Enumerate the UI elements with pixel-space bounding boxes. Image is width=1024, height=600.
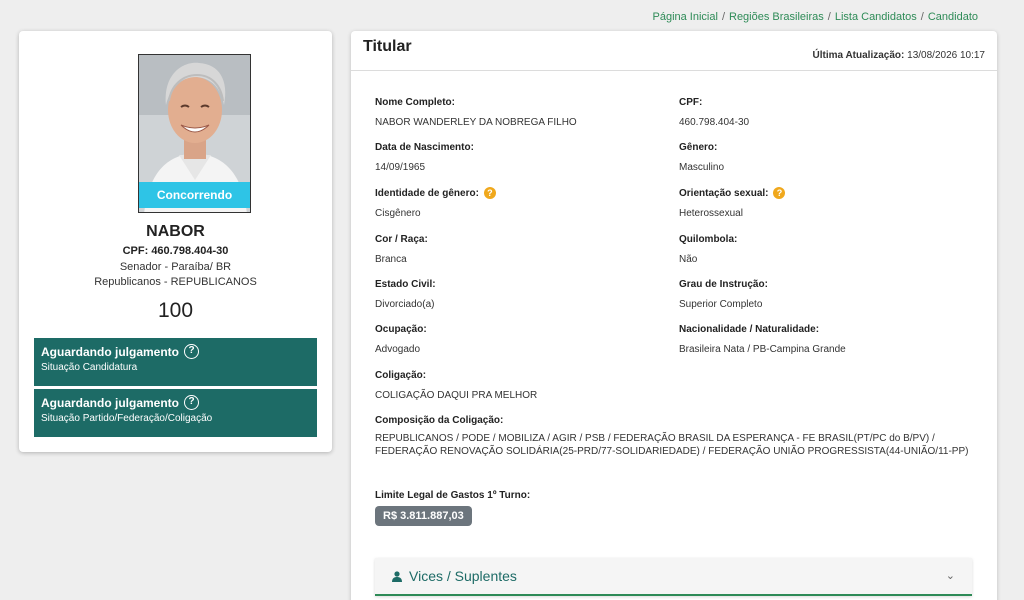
field-orientacao-sexual: Orientação sexual: ? Heterossexual: [679, 187, 786, 220]
panel-title: Titular: [363, 38, 412, 55]
question-help-icon[interactable]: ?: [483, 187, 496, 199]
status-subtitle: Situação Partido/Federação/Coligação: [41, 413, 213, 424]
question-circle-icon[interactable]: ?: [184, 395, 199, 410]
breadcrumb-candidato[interactable]: Candidato: [928, 11, 978, 23]
field-composicao-coligacao: Composição da Coligação: REPUBLICANOS / …: [375, 415, 969, 457]
field-nome-completo: Nome Completo: NABOR WANDERLEY DA NOBREG…: [375, 97, 577, 128]
field-identidade-genero: Identidade de gênero: ? Cisgênero: [375, 187, 496, 220]
candidate-name: NABOR: [146, 223, 205, 240]
candidacy-status-label: Concorrendo: [139, 182, 250, 208]
status-box-partido: Aguardando julgamento ? Situação Partido…: [34, 389, 317, 437]
last-update: Última Atualização: 13/08/2026 10:17: [812, 50, 985, 61]
breadcrumb-home[interactable]: Página Inicial: [653, 11, 718, 23]
last-update-label: Última Atualização:: [812, 50, 905, 61]
breadcrumb-lista-candidatos[interactable]: Lista Candidatos: [835, 11, 917, 23]
status-subtitle: Situação Candidatura: [41, 362, 138, 373]
field-genero: Gênero: Masculino: [679, 142, 725, 173]
candidate-card: Concorrendo NABOR CPF: 460.798.404-30 Se…: [19, 31, 332, 452]
status-title: Aguardando julgamento: [41, 395, 179, 410]
user-icon: [392, 570, 402, 582]
field-data-nascimento: Data de Nascimento: 14/09/1965: [375, 142, 474, 173]
candidate-number: 100: [157, 299, 194, 322]
field-grau-instrucao: Grau de Instrução: Superior Completo: [679, 279, 768, 310]
accordion-label: Vices / Suplentes: [409, 568, 517, 584]
field-ocupacao: Ocupação: Advogado: [375, 324, 427, 355]
candidate-partido: Republicanos - REPUBLICANOS: [94, 276, 257, 288]
details-panel: Titular Última Atualização: 13/08/2026 1…: [351, 31, 997, 600]
field-nacionalidade: Nacionalidade / Naturalidade: Brasileira…: [679, 324, 846, 355]
field-limite-gastos: Limite Legal de Gastos 1º Turno: R$ 3.81…: [375, 490, 530, 526]
status-title: Aguardando julgamento: [41, 344, 179, 359]
candidate-photo: Concorrendo: [138, 54, 251, 213]
question-circle-icon[interactable]: ?: [184, 344, 199, 359]
breadcrumb-regioes[interactable]: Regiões Brasileiras: [729, 11, 824, 23]
candidate-cargo: Senador - Paraíba/ BR: [119, 261, 232, 273]
last-update-value: 13/08/2026 10:17: [907, 50, 985, 61]
field-quilombola: Quilombola: Não: [679, 234, 738, 265]
chevron-down-icon[interactable]: ⌄: [946, 569, 955, 582]
field-estado-civil: Estado Civil: Divorciado(a): [375, 279, 436, 310]
candidate-cpf: CPF: 460.798.404-30: [122, 245, 229, 257]
breadcrumb: Página Inicial / Regiões Brasileiras / Lista…: [652, 11, 979, 23]
field-coligacao: Coligação: COLIGAÇÃO DAQUI PRA MELHOR: [375, 370, 538, 401]
status-box-candidatura: Aguardando julgamento ? Situação Candida…: [34, 338, 317, 386]
limite-gastos-badge: R$ 3.811.887,03: [375, 506, 472, 526]
field-cpf: CPF: 460.798.404-30: [679, 97, 750, 128]
field-cor-raca: Cor / Raça: Branca: [375, 234, 428, 265]
question-help-icon[interactable]: ?: [773, 187, 786, 199]
panel-header: Titular Última Atualização: 13/08/2026 1…: [351, 31, 997, 71]
vices-suplentes-accordion[interactable]: Vices / Suplentes ⌄: [375, 558, 972, 596]
